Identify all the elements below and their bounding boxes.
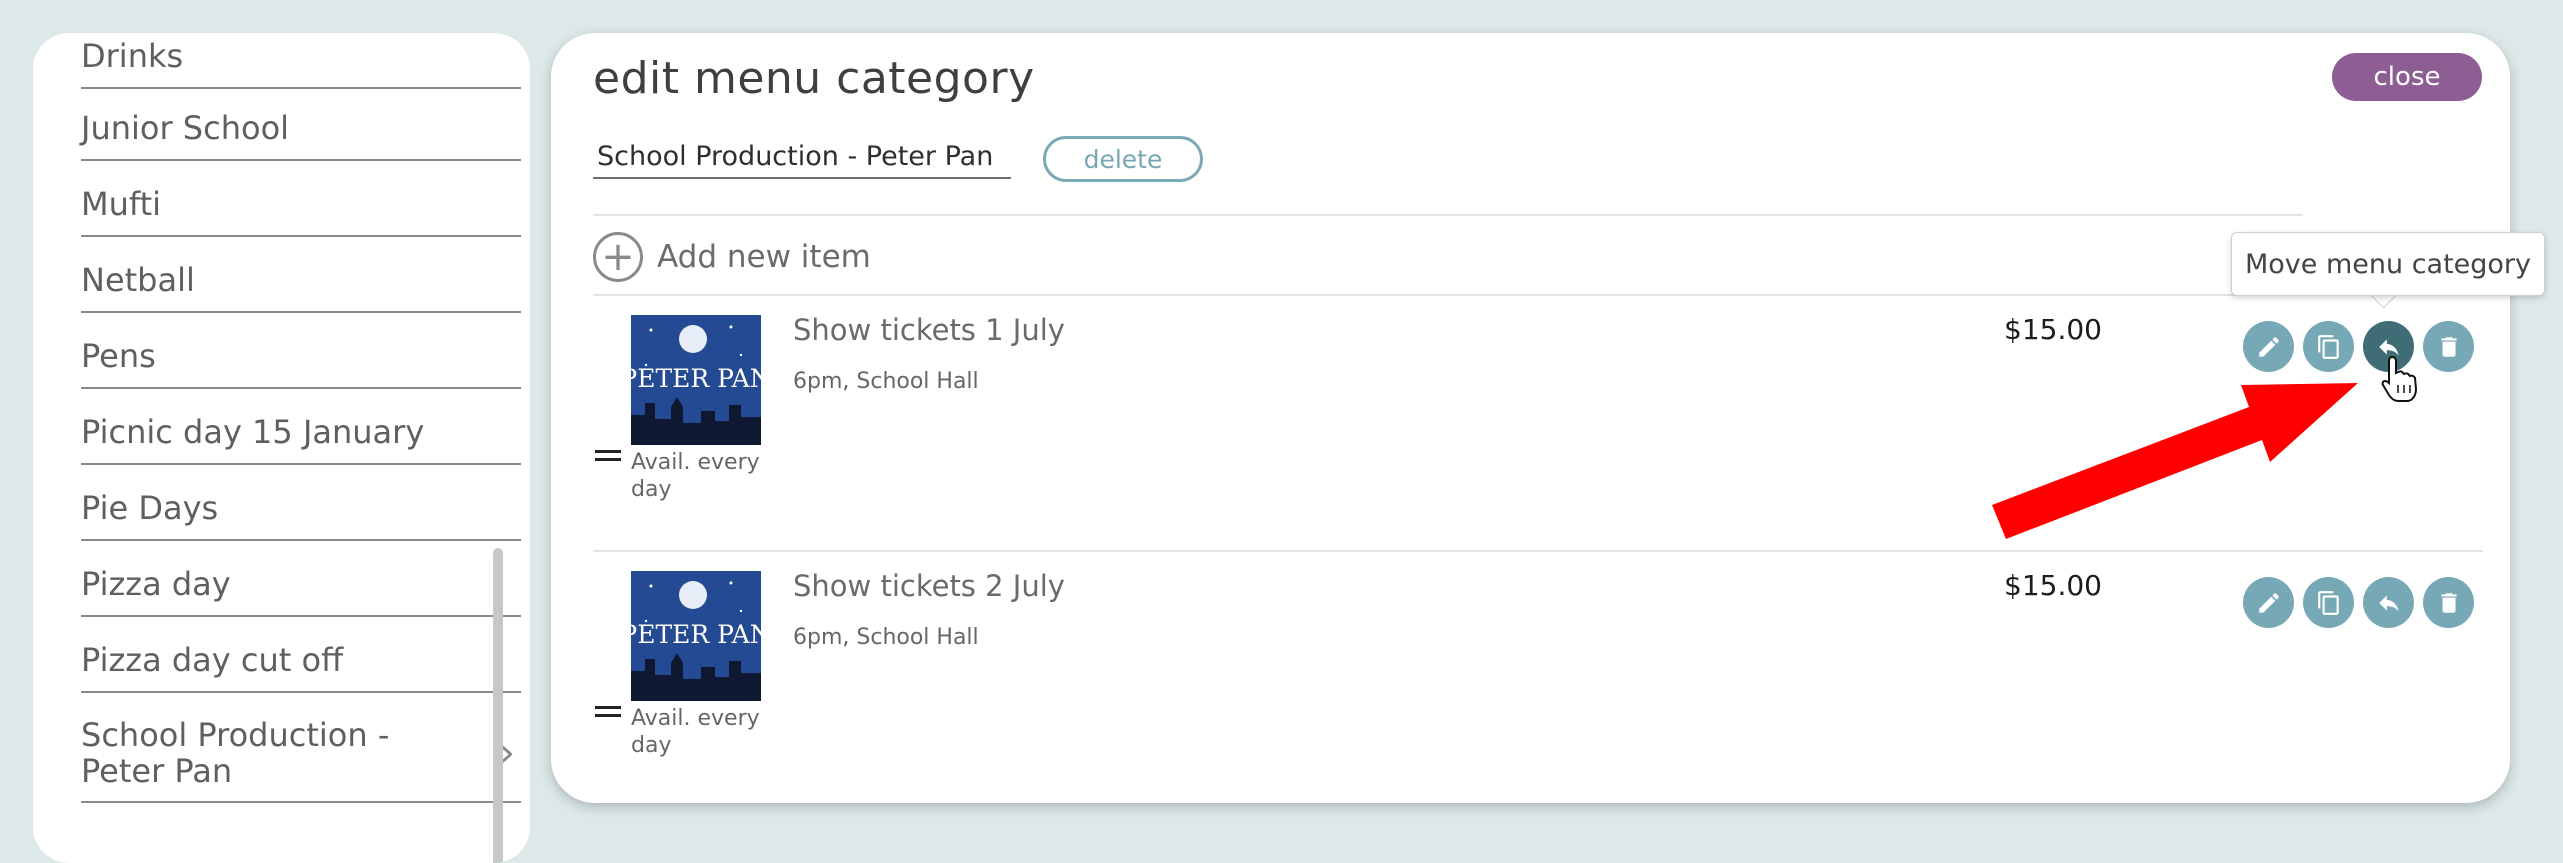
sidebar-item-label: Junior School [81,109,290,147]
sidebar-item-junior-school[interactable]: Junior School [81,97,521,161]
plus-circle-icon: + [593,232,643,282]
edit-item-button[interactable] [2243,321,2294,372]
sidebar-item-pens[interactable]: Pens [81,325,521,389]
sidebar-item-picnic-day[interactable]: Picnic day 15 January [81,401,521,465]
sidebar-item-label: Pens [81,337,156,375]
item-description: 6pm, School Hall [793,625,979,650]
sidebar-item-netball[interactable]: Netball [81,249,521,313]
category-sidebar: Drinks Junior School Mufti Netball Pens … [33,33,530,863]
item-actions [2243,577,2474,628]
close-button[interactable]: close [2332,53,2482,101]
copy-icon [2317,334,2339,359]
peter-pan-poster-image: PETER PAN [631,571,761,701]
drag-handle-icon[interactable] [595,450,621,466]
edit-category-panel: edit menu category close delete + Add ne… [551,33,2510,803]
item-price: $15.00 [2004,313,2102,346]
item-description: 6pm, School Hall [793,369,979,394]
item-name: Show tickets 1 July [793,313,1065,347]
item-thumbnail: PETER PAN [631,571,761,701]
item-name: Show tickets 2 July [793,569,1065,603]
sidebar-item-pizza-day[interactable]: Pizza day [81,553,521,617]
pencil-icon [2258,336,2279,357]
sidebar-item-label: Netball [81,261,195,299]
availability-text: Avail. every day [631,706,760,758]
divider [593,214,2303,216]
sidebar-item-pie-days[interactable]: Pie Days [81,477,521,541]
sidebar-item-label: Drinks [81,37,184,75]
item-thumbnail: PETER PAN [631,315,761,445]
item-price: $15.00 [2004,569,2102,602]
sidebar-item-pizza-day-cut-off[interactable]: Pizza day cut off [81,629,521,693]
delete-category-button[interactable]: delete [1043,136,1203,182]
delete-item-button[interactable] [2423,321,2474,372]
peter-pan-poster-image: PETER PAN [631,315,761,445]
sidebar-scrollbar[interactable] [493,548,503,863]
move-item-button[interactable] [2363,577,2414,628]
sidebar-item-drinks[interactable]: Drinks [81,33,521,89]
duplicate-item-button[interactable] [2303,321,2354,372]
menu-item-row: PETER PAN Avail. every day Show tickets … [551,551,2510,801]
sidebar-item-label: Mufti [81,185,162,223]
pencil-icon [2258,592,2279,613]
delete-item-button[interactable] [2423,577,2474,628]
availability-text: Avail. every day [631,450,760,502]
reply-arrow-icon [2378,338,2399,356]
menu-item-row: PETER PAN Avail. every day Show tickets … [551,295,2510,545]
sidebar-item-label: Pizza day [81,565,231,603]
sidebar-item-label: Pizza day cut off [81,641,344,679]
sidebar-item-label: Picnic day 15 January [81,413,425,451]
page-title: edit menu category [593,53,1035,104]
sidebar-item-mufti[interactable]: Mufti [81,173,521,237]
poster-title: PETER PAN [631,364,761,393]
trash-icon [2440,336,2457,357]
sidebar-item-school-production[interactable]: School Production - Peter Pan › [81,705,521,803]
add-new-item-button[interactable]: + Add new item [593,229,871,285]
drag-handle-icon[interactable] [595,706,621,722]
trash-icon [2440,592,2457,613]
add-new-item-label: Add new item [657,239,871,275]
poster-title: PETER PAN [631,620,761,649]
item-actions [2243,321,2474,372]
category-name-input[interactable] [593,135,1011,179]
move-item-button[interactable] [2363,321,2414,372]
edit-item-button[interactable] [2243,577,2294,628]
copy-icon [2317,590,2339,615]
reply-arrow-icon [2378,594,2399,612]
sidebar-item-label: School Production - Peter Pan [81,716,390,790]
sidebar-item-label: Pie Days [81,489,219,527]
tooltip: Move menu category [2231,232,2545,296]
duplicate-item-button[interactable] [2303,577,2354,628]
